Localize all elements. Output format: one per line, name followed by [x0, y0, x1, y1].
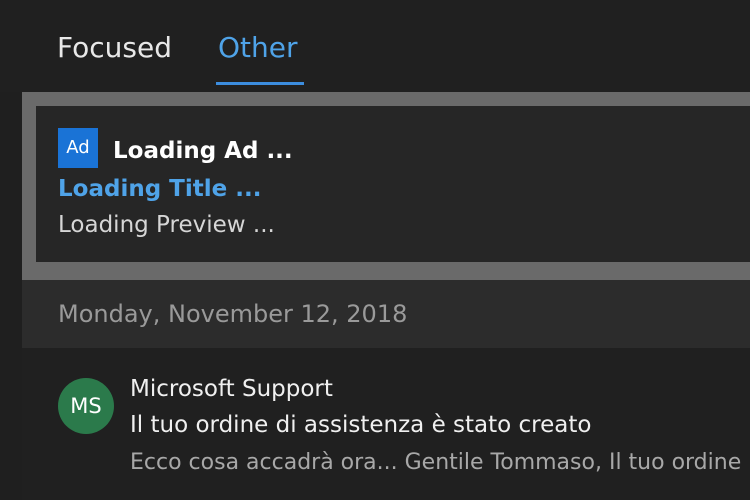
- inbox-tabs: Focused Other: [0, 0, 750, 92]
- ad-preview: Loading Preview ...: [58, 212, 275, 238]
- message-sender: Microsoft Support: [130, 376, 333, 402]
- message-subject: Il tuo ordine di assistenza è stato crea…: [130, 412, 592, 438]
- selected-tab-indicator: [216, 82, 304, 85]
- message-preview: Ecco cosa accadrà ora... Gentile Tommaso…: [130, 450, 742, 475]
- tab-focused[interactable]: Focused: [57, 30, 172, 66]
- ad-badge: Ad: [58, 128, 98, 168]
- ad-card-border: Ad Loading Ad ... Loading Title ... Load…: [22, 92, 750, 280]
- avatar: MS: [58, 378, 114, 434]
- mail-list-pane: Focused Other Ad Loading Ad ... Loading …: [0, 0, 750, 500]
- ad-title[interactable]: Loading Title ...: [58, 176, 261, 202]
- ad-sponsor: Loading Ad ...: [113, 138, 293, 164]
- date-group-label: Monday, November 12, 2018: [58, 300, 408, 328]
- ad-card[interactable]: Ad Loading Ad ... Loading Title ... Load…: [36, 106, 750, 262]
- tab-other[interactable]: Other: [218, 30, 298, 66]
- date-group-header: Monday, November 12, 2018: [22, 280, 750, 348]
- message-list-item[interactable]: MS Microsoft Support Il tuo ordine di as…: [22, 348, 750, 500]
